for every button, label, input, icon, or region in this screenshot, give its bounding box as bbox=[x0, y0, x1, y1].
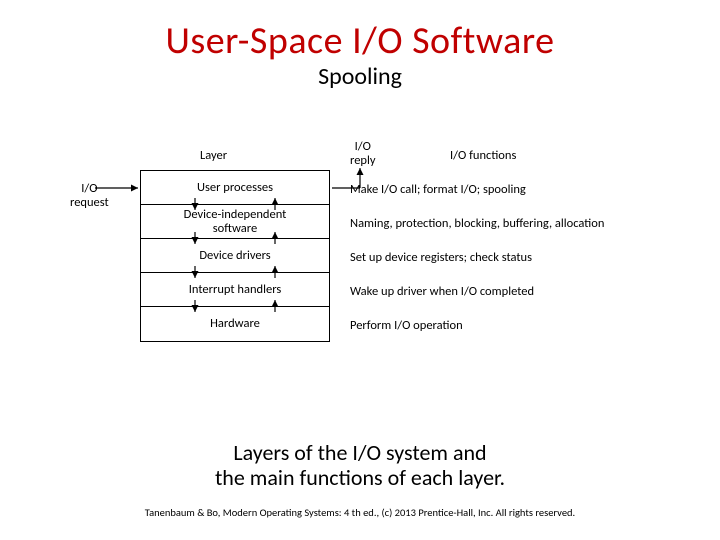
io-layers-diagram: Layer I/Oreply I/O functions I/Orequest … bbox=[80, 140, 640, 400]
io-functions-header: I/O functions bbox=[450, 148, 516, 163]
layer-box: Interrupt handlers bbox=[141, 273, 329, 307]
layer-function: Naming, protection, blocking, buffering,… bbox=[350, 216, 650, 231]
layer-function: Make I/O call; format I/O; spooling bbox=[350, 182, 650, 197]
layer-function: Wake up driver when I/O completed bbox=[350, 284, 650, 299]
caption-line: the main functions of each layer. bbox=[215, 464, 505, 491]
layer-box: User processes bbox=[141, 171, 329, 205]
figure-caption: Layers of the I/O system and the main fu… bbox=[0, 440, 720, 491]
io-request-label: I/Orequest bbox=[70, 182, 109, 210]
column-headers: Layer bbox=[140, 148, 330, 170]
layer-header: Layer bbox=[200, 148, 227, 163]
caption-line: Layers of the I/O system and bbox=[233, 439, 486, 466]
slide: User-Space I/O Software Spooling Layer I… bbox=[0, 0, 720, 540]
slide-title: User-Space I/O Software bbox=[0, 0, 720, 64]
slide-subtitle: Spooling bbox=[0, 62, 720, 91]
layer-box: Hardware bbox=[141, 307, 329, 341]
layer-box: Device-independentsoftware bbox=[141, 205, 329, 239]
copyright-footer: Tanenbaum & Bo, Modern Operating Systems… bbox=[0, 506, 720, 519]
layer-function: Perform I/O operation bbox=[350, 318, 650, 333]
layer-box: Device drivers bbox=[141, 239, 329, 273]
layer-stack: User processes Device-independentsoftwar… bbox=[140, 170, 330, 342]
layer-function: Set up device registers; check status bbox=[350, 250, 650, 265]
io-reply-header: I/Oreply bbox=[350, 140, 376, 168]
